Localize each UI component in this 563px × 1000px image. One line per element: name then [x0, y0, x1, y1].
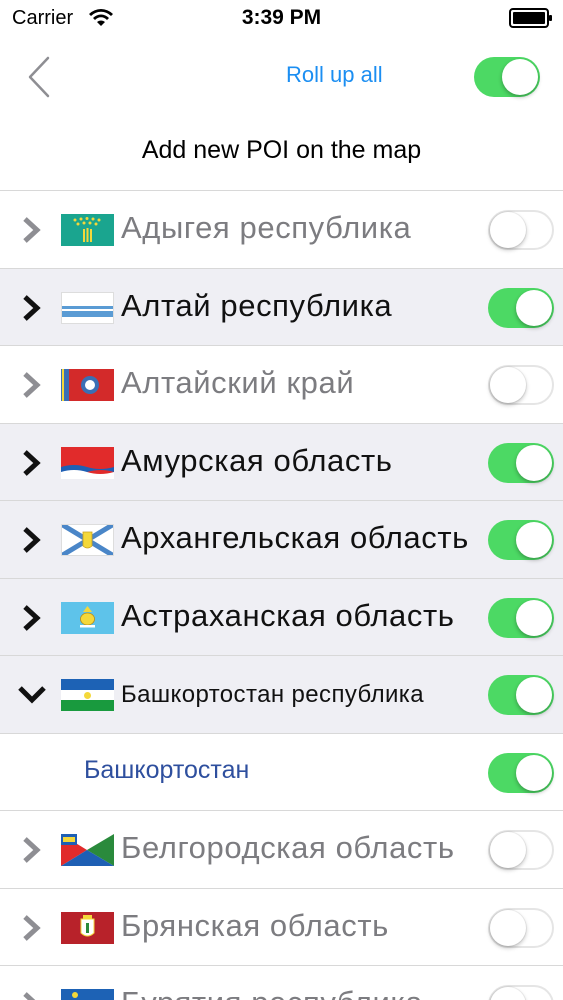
roll-up-all-switch[interactable] — [474, 57, 540, 97]
flag-amur-icon — [61, 446, 114, 479]
flag-bashkortostan-icon — [61, 679, 114, 711]
region-row-bashkortostan[interactable]: Башкортостан республика — [0, 655, 563, 733]
region-row-adygea[interactable]: Адыгея республика — [0, 190, 563, 268]
chevron-right-icon[interactable] — [20, 990, 44, 1000]
chevron-right-icon[interactable] — [20, 293, 44, 323]
region-list: Адыгея республика Алтай республика Алтай… — [0, 190, 563, 1000]
region-label: Алтай республика — [121, 287, 393, 323]
region-label: Амурская область — [121, 442, 393, 478]
chevron-right-icon[interactable] — [20, 835, 44, 865]
flag-altai-krai-icon — [61, 369, 114, 401]
region-row-amur[interactable]: Амурская область — [0, 422, 563, 500]
region-row-altai-krai[interactable]: Алтайский край — [0, 345, 563, 423]
battery-icon — [509, 8, 552, 28]
region-switch-altai-republic[interactable] — [488, 287, 554, 328]
region-row-astrakhan[interactable]: Астраханская область — [0, 577, 563, 655]
subregion-switch-bashkortostan[interactable] — [488, 752, 554, 793]
chevron-right-icon[interactable] — [20, 913, 44, 943]
region-row-belgorod[interactable]: Белгородская область — [0, 810, 563, 888]
region-switch-altai-krai[interactable] — [488, 365, 554, 405]
region-switch-adygea[interactable] — [488, 210, 554, 250]
chevron-down-icon[interactable] — [16, 680, 48, 710]
region-row-altai-republic[interactable]: Алтай республика — [0, 267, 563, 345]
region-label: Архангельская область — [121, 520, 469, 555]
flag-adygea-icon — [61, 214, 114, 246]
region-switch-arkhangelsk[interactable] — [488, 520, 554, 560]
region-label: Бурятия республика — [121, 985, 423, 1000]
chevron-right-icon[interactable] — [20, 370, 44, 400]
chevron-right-icon[interactable] — [20, 215, 44, 245]
subregion-row-bashkortostan[interactable]: Башкортостан — [0, 732, 563, 810]
chevron-right-icon[interactable] — [20, 603, 44, 633]
roll-up-all-button[interactable]: Roll up all — [286, 62, 383, 88]
region-row-bryansk[interactable]: Брянская область — [0, 887, 563, 966]
region-row-buryatia[interactable]: Бурятия республика — [0, 965, 563, 1000]
region-label: Белгородская область — [121, 830, 455, 865]
page-title: Add new POI on the map — [141, 136, 422, 164]
flag-altai-republic-icon — [61, 291, 114, 324]
flag-bryansk-icon — [61, 911, 114, 944]
region-switch-amur[interactable] — [488, 442, 554, 483]
region-label: Адыгея республика — [121, 210, 412, 245]
region-label: Алтайский край — [121, 365, 355, 400]
flag-buryatia-icon — [61, 989, 114, 1000]
status-time: 3:39 PM — [241, 6, 322, 29]
region-switch-astrakhan[interactable] — [488, 597, 554, 638]
region-label: Брянская область — [121, 907, 389, 943]
region-label: Башкортостан республика — [121, 681, 424, 708]
flag-arkhangelsk-icon — [61, 524, 114, 556]
flag-belgorod-icon — [61, 834, 114, 866]
subregion-label: Башкортостан — [84, 755, 250, 784]
region-row-arkhangelsk[interactable]: Архангельская область — [0, 500, 563, 578]
back-chevron-icon[interactable] — [26, 56, 52, 98]
status-bar: Carrier 3:39 PM — [0, 0, 563, 40]
region-switch-bashkortostan[interactable] — [488, 675, 554, 715]
chevron-right-icon[interactable] — [20, 525, 44, 555]
region-switch-belgorod[interactable] — [488, 830, 554, 870]
region-switch-buryatia[interactable] — [488, 985, 554, 1000]
region-switch-bryansk[interactable] — [488, 907, 554, 948]
region-label: Астраханская область — [121, 597, 455, 633]
chevron-right-icon[interactable] — [20, 448, 44, 478]
flag-astrakhan-icon — [61, 601, 114, 634]
